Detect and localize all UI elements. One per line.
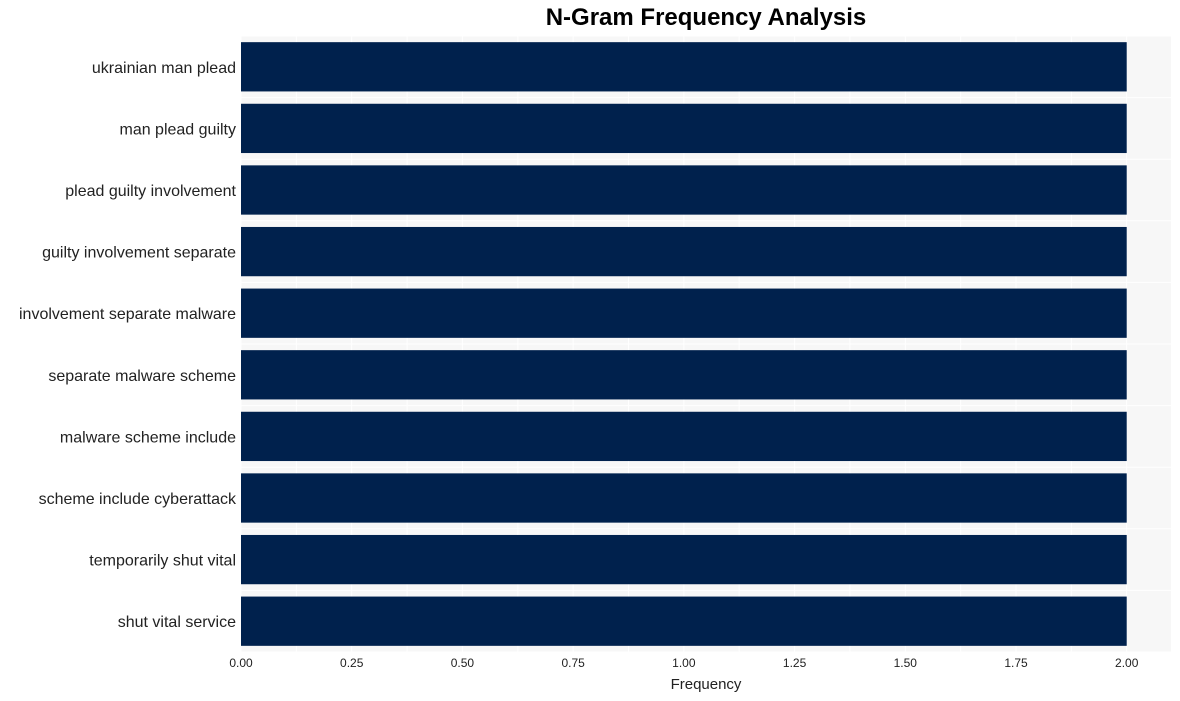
bar: [241, 288, 1127, 338]
bar: [241, 596, 1127, 646]
bar: [241, 42, 1127, 92]
x-tick-label: 1.00: [672, 656, 696, 670]
y-tick-label: man plead guilty: [119, 121, 236, 138]
y-tick-label: involvement separate malware: [19, 306, 236, 323]
y-tick-label: plead guilty involvement: [65, 183, 236, 200]
bar: [241, 411, 1127, 462]
bar: [241, 534, 1127, 585]
x-tick-label: 0.25: [340, 656, 364, 670]
y-tick-label: guilty involvement separate: [42, 245, 236, 262]
x-tick-label: 0.75: [561, 656, 585, 670]
x-tick-label: 1.75: [1004, 656, 1028, 670]
y-tick-label: separate malware scheme: [48, 368, 236, 385]
bar: [241, 103, 1127, 154]
y-tick-label: ukrainian man plead: [92, 60, 236, 77]
bar-chart: ukrainian man plead man plead guilty plead…: [19, 35, 1171, 693]
bar: [241, 165, 1127, 215]
x-tick-label: 0.50: [451, 656, 475, 670]
x-tick-label: 2.00: [1115, 656, 1139, 670]
x-axis-label: Frequency: [671, 676, 742, 693]
y-tick-label: temporarily shut vital: [89, 553, 236, 570]
y-tick-label: malware scheme include: [60, 429, 236, 446]
y-axis-labels: ukrainian man plead man plead guilty plead…: [19, 60, 237, 631]
bar: [241, 473, 1127, 523]
x-tick-label: 1.25: [783, 656, 807, 670]
bar: [241, 350, 1127, 400]
y-tick-label: scheme include cyberattack: [39, 491, 237, 508]
y-tick-label: shut vital service: [118, 614, 236, 631]
x-tick-label: 1.50: [894, 656, 918, 670]
x-tick-label: 0.00: [229, 656, 253, 670]
bar: [241, 226, 1127, 277]
x-axis-ticks: 0.00 0.25 0.50 0.75 1.00 1.25 1.50 1.75 2.00: [229, 656, 1138, 670]
